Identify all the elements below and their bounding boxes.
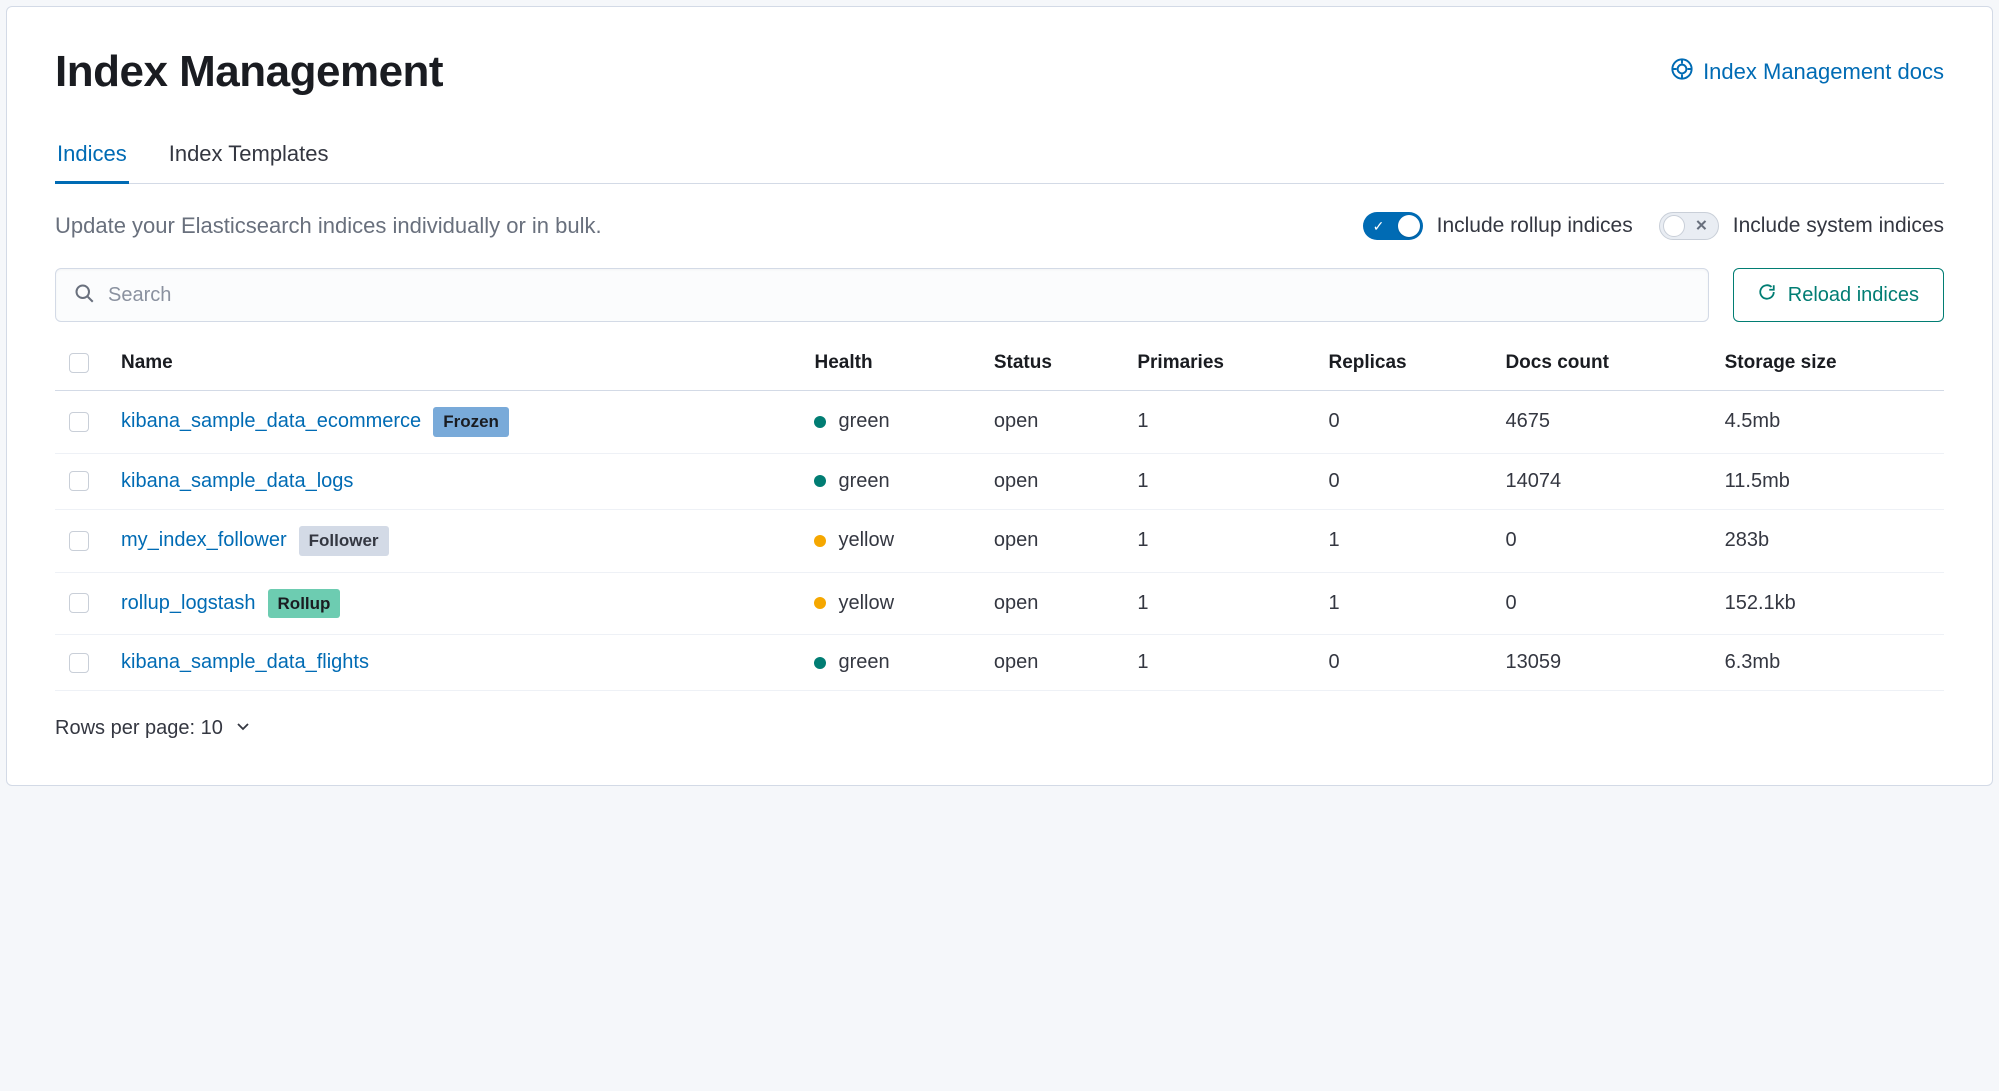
index-name-link[interactable]: rollup_logstash: [121, 592, 256, 615]
page-header: Index Management Index Management docs: [55, 47, 1944, 97]
tab-bar: Indices Index Templates: [55, 131, 1944, 184]
col-status[interactable]: Status: [980, 332, 1124, 391]
docs-cell: 14074: [1491, 453, 1710, 509]
index-badge: Follower: [299, 526, 389, 556]
toggle-group: Include rollup indices Include system in…: [1363, 212, 1944, 240]
table-header-row: Name Health Status Primaries Replicas Do…: [55, 332, 1944, 391]
tab-index-templates[interactable]: Index Templates: [167, 131, 331, 184]
page-title: Index Management: [55, 47, 443, 97]
reload-indices-button[interactable]: Reload indices: [1733, 268, 1944, 322]
toolbar-row: Update your Elasticsearch indices indivi…: [55, 212, 1944, 240]
replicas-cell: 0: [1314, 635, 1491, 691]
col-health[interactable]: Health: [800, 332, 979, 391]
search-icon: [74, 283, 94, 308]
health-label: green: [838, 651, 889, 674]
replicas-cell: 0: [1314, 391, 1491, 454]
health-label: yellow: [838, 529, 894, 552]
docs-link-label: Index Management docs: [1703, 59, 1944, 85]
search-box[interactable]: [55, 268, 1709, 322]
row-checkbox[interactable]: [69, 412, 89, 432]
replicas-cell: 0: [1314, 453, 1491, 509]
table-footer: Rows per page: 10: [55, 717, 1944, 740]
rows-per-page-label: Rows per page: 10: [55, 717, 223, 740]
docs-link[interactable]: Index Management docs: [1671, 58, 1944, 86]
index-name-link[interactable]: kibana_sample_data_logs: [121, 470, 353, 493]
search-input[interactable]: [108, 284, 1690, 307]
col-storage[interactable]: Storage size: [1711, 332, 1944, 391]
status-cell: open: [980, 453, 1124, 509]
index-badge: Frozen: [433, 407, 509, 437]
switch-off-icon: [1659, 212, 1719, 240]
primaries-cell: 1: [1123, 572, 1314, 635]
reload-button-label: Reload indices: [1788, 284, 1919, 307]
storage-cell: 4.5mb: [1711, 391, 1944, 454]
index-badge: Rollup: [268, 589, 341, 619]
docs-cell: 0: [1491, 509, 1710, 572]
index-name-link[interactable]: kibana_sample_data_flights: [121, 651, 369, 674]
col-primaries[interactable]: Primaries: [1123, 332, 1314, 391]
tab-indices[interactable]: Indices: [55, 131, 129, 184]
storage-cell: 11.5mb: [1711, 453, 1944, 509]
table-row: kibana_sample_data_flights green open10130…: [55, 635, 1944, 691]
index-management-panel: Index Management Index Management docs I…: [6, 6, 1993, 786]
storage-cell: 283b: [1711, 509, 1944, 572]
index-name-link[interactable]: my_index_follower: [121, 529, 287, 552]
toggle-rollup-label: Include rollup indices: [1437, 214, 1633, 238]
toggle-include-system[interactable]: Include system indices: [1659, 212, 1944, 240]
col-docs[interactable]: Docs count: [1491, 332, 1710, 391]
primaries-cell: 1: [1123, 453, 1314, 509]
reload-icon: [1758, 283, 1776, 307]
primaries-cell: 1: [1123, 509, 1314, 572]
row-checkbox[interactable]: [69, 593, 89, 613]
col-replicas[interactable]: Replicas: [1314, 332, 1491, 391]
index-name-link[interactable]: kibana_sample_data_ecommerce: [121, 410, 421, 433]
select-all-checkbox[interactable]: [69, 353, 89, 373]
row-checkbox[interactable]: [69, 531, 89, 551]
docs-cell: 13059: [1491, 635, 1710, 691]
health-dot-icon: [814, 657, 826, 669]
health-label: yellow: [838, 592, 894, 615]
status-cell: open: [980, 635, 1124, 691]
primaries-cell: 1: [1123, 635, 1314, 691]
table-row: kibana_sample_data_logs green open10140741…: [55, 453, 1944, 509]
toggle-include-rollup[interactable]: Include rollup indices: [1363, 212, 1633, 240]
health-dot-icon: [814, 535, 826, 547]
col-name[interactable]: Name: [107, 332, 800, 391]
table-row: kibana_sample_data_ecommerce Frozen green o…: [55, 391, 1944, 454]
indices-table: Name Health Status Primaries Replicas Do…: [55, 332, 1944, 691]
health-dot-icon: [814, 475, 826, 487]
storage-cell: 152.1kb: [1711, 572, 1944, 635]
docs-cell: 0: [1491, 572, 1710, 635]
switch-on-icon: [1363, 212, 1423, 240]
docs-cell: 4675: [1491, 391, 1710, 454]
replicas-cell: 1: [1314, 509, 1491, 572]
chevron-down-icon: [235, 717, 251, 740]
primaries-cell: 1: [1123, 391, 1314, 454]
replicas-cell: 1: [1314, 572, 1491, 635]
action-row: Reload indices: [55, 268, 1944, 322]
help-icon: [1671, 58, 1693, 86]
toggle-system-label: Include system indices: [1733, 214, 1944, 238]
status-cell: open: [980, 509, 1124, 572]
table-row: my_index_followerFolloweryellowopen11028…: [55, 509, 1944, 572]
health-label: green: [838, 410, 889, 433]
health-label: green: [838, 470, 889, 493]
health-dot-icon: [814, 416, 826, 428]
health-dot-icon: [814, 597, 826, 609]
table-row: rollup_logstashRollupyellowopen110152.1k…: [55, 572, 1944, 635]
page-subtitle: Update your Elasticsearch indices indivi…: [55, 213, 602, 239]
storage-cell: 6.3mb: [1711, 635, 1944, 691]
row-checkbox[interactable]: [69, 653, 89, 673]
status-cell: open: [980, 572, 1124, 635]
status-cell: open: [980, 391, 1124, 454]
rows-per-page-selector[interactable]: Rows per page: 10: [55, 717, 251, 740]
row-checkbox[interactable]: [69, 471, 89, 491]
